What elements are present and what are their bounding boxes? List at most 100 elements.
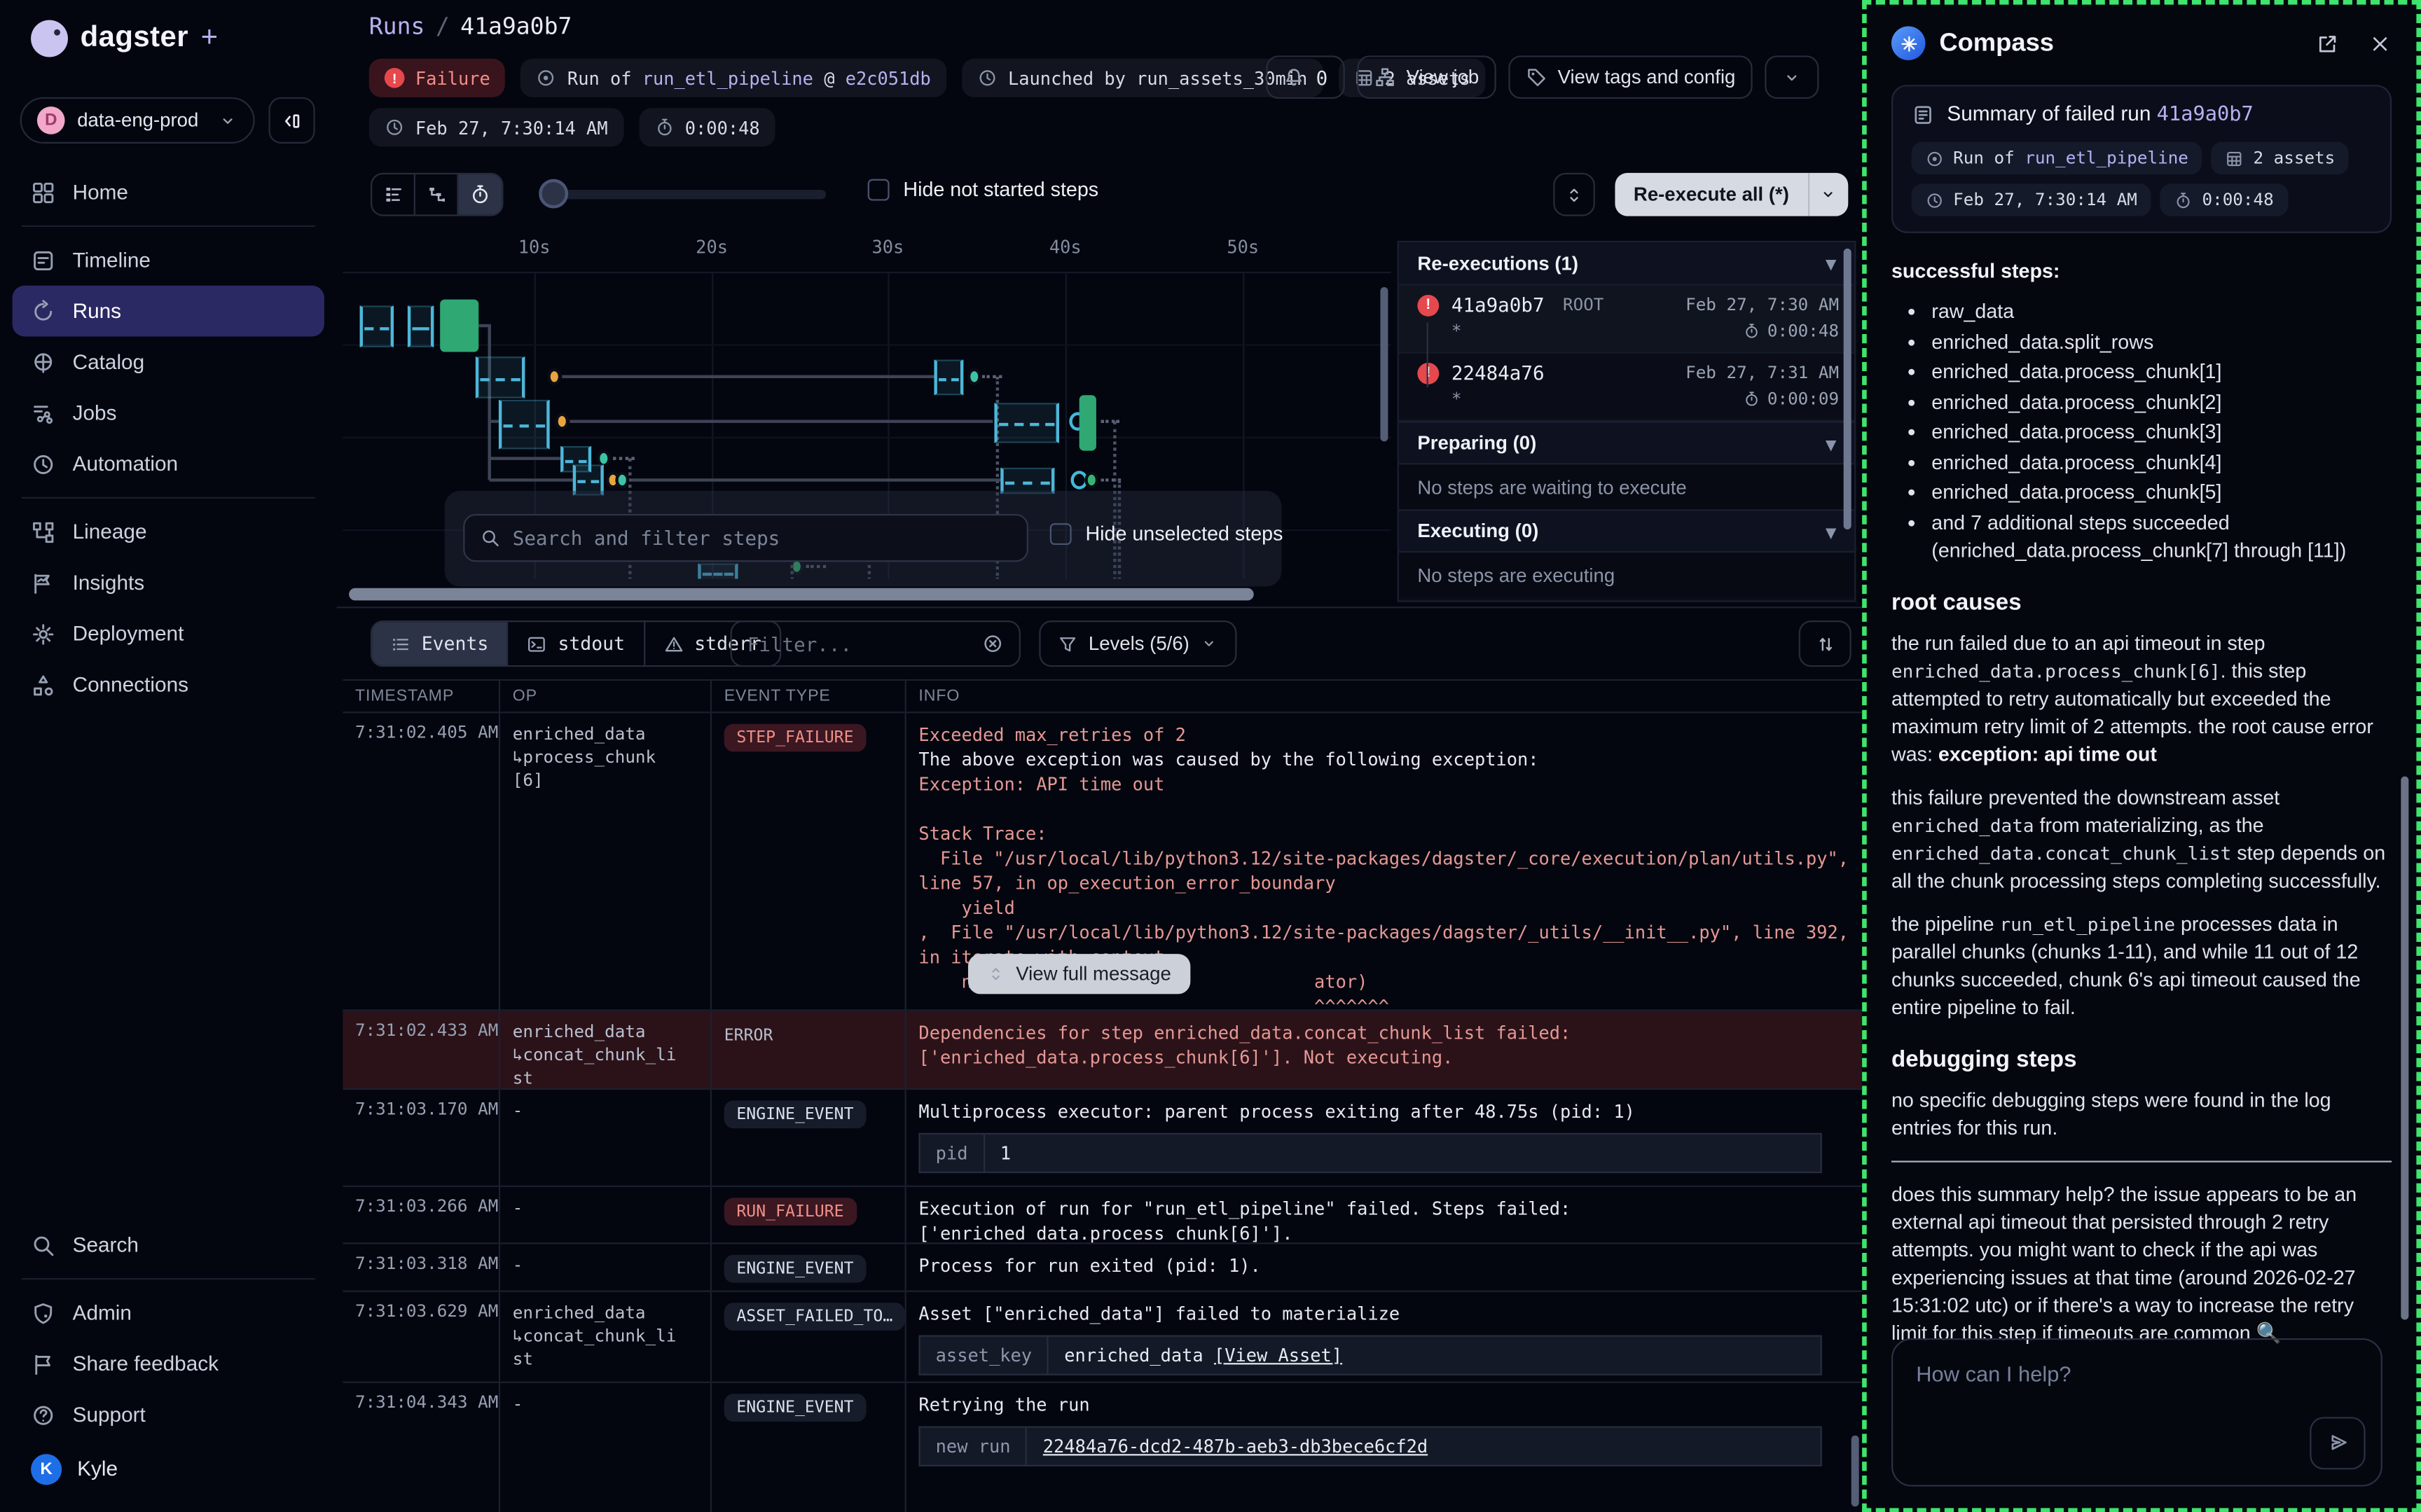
commit-link[interactable]: e2c051db	[846, 67, 931, 89]
gantt-marker-green[interactable]	[1084, 471, 1098, 488]
tab-stdout[interactable]: stdout	[509, 622, 645, 665]
zoom-slider-track[interactable]	[548, 190, 826, 199]
clear-filter-icon[interactable]	[982, 633, 1004, 655]
reexecution-row[interactable]: !41a9a0b7ROOTFeb 27, 7:30 AM*0:00:48	[1399, 286, 1854, 354]
dagster-logo[interactable]: dagster +	[31, 20, 218, 57]
metadata-link[interactable]: 22484a76-dcd2-487b-aeb3-db3bece6cf2d	[1043, 1436, 1428, 1457]
reexecute-all-button[interactable]: Re-execute all (*)	[1615, 173, 1807, 216]
event-row[interactable]: 7:31:03.266 AM-RUN_FAILUREExecution of r…	[343, 1187, 1862, 1244]
sidebar-item-admin[interactable]: Admin	[13, 1287, 324, 1338]
event-row[interactable]: 7:31:03.318 AM-ENGINE_EVENTProcess for r…	[343, 1244, 1862, 1291]
run-id-link[interactable]: 22484a76	[1451, 361, 1545, 384]
sidebar-item-home[interactable]: Home	[13, 167, 324, 218]
event-row[interactable]: 7:31:04.343 AM-ENGINE_EVENTRetrying the …	[343, 1383, 1862, 1512]
hide-unselected-checkbox[interactable]	[1050, 522, 1072, 544]
view-job-button[interactable]: View job	[1357, 55, 1496, 99]
sidebar-item-automation[interactable]: Automation	[13, 438, 324, 490]
sidebar-item-catalog[interactable]: Catalog	[13, 336, 324, 387]
timed-view-button[interactable]	[459, 174, 502, 214]
alerts-button[interactable]: 0	[1267, 55, 1344, 99]
sidebar-item-deployment[interactable]: Deployment	[13, 608, 324, 659]
summary-run-of-pill[interactable]: Run of run_etl_pipeline	[1912, 142, 2202, 174]
sidebar-item-support[interactable]: Support	[13, 1389, 324, 1441]
tab-events[interactable]: Events	[372, 622, 509, 665]
compass-chat-input[interactable]: How can I help?	[1891, 1338, 2382, 1486]
user-menu[interactable]: K Kyle	[31, 1453, 118, 1484]
feedback-icon	[31, 1352, 55, 1376]
gantt-marker-teal[interactable]	[967, 368, 981, 385]
workspace-selector[interactable]: D data-eng-prod	[20, 97, 255, 144]
step-search-input[interactable]: Search and filter steps	[463, 514, 1028, 562]
log-filter-input[interactable]: Filter...	[731, 620, 1021, 667]
sidebar-item-timeline[interactable]: Timeline	[13, 235, 324, 286]
sidebar-item-jobs[interactable]: Jobs	[13, 387, 324, 438]
section-header-preparing[interactable]: Preparing (0)▾	[1399, 422, 1854, 465]
send-button[interactable]	[2310, 1416, 2365, 1469]
event-row[interactable]: 7:31:03.629 AMenriched_data↳concat_chunk…	[343, 1292, 1862, 1383]
gantt-marker-teal[interactable]	[615, 471, 629, 488]
more-actions-button[interactable]	[1765, 55, 1819, 99]
view-full-message-button[interactable]: View full message	[968, 954, 1189, 994]
sidebar-item-search[interactable]: Search	[13, 1219, 324, 1270]
gantt-step-box[interactable]	[408, 305, 434, 347]
sidebar-item-lineage[interactable]: Lineage	[13, 506, 324, 557]
reexecute-dropdown-button[interactable]	[1807, 173, 1847, 216]
expand-panel-button[interactable]	[1553, 173, 1595, 216]
sidebar-divider	[22, 497, 315, 499]
sidebar-item-runs[interactable]: Runs	[13, 286, 324, 337]
step-selector: *	[1451, 321, 1462, 341]
run-of-pill[interactable]: Run of run_etl_pipeline @ e2c051db	[521, 59, 946, 97]
brand-plus: +	[201, 22, 218, 55]
flat-view-button[interactable]	[372, 174, 415, 214]
root-cause-paragraph: the pipeline run_etl_pipeline processes …	[1891, 910, 2392, 1021]
breadcrumb-runs-link[interactable]: Runs	[369, 13, 425, 41]
pipeline-link[interactable]: run_etl_pipeline	[642, 67, 813, 89]
reexecute-all-split-button: Re-execute all (*)	[1615, 173, 1847, 216]
sidebar-item-connections[interactable]: Connections	[13, 659, 324, 710]
zoom-slider-thumb[interactable]	[539, 179, 568, 209]
sidebar-item-share-feedback[interactable]: Share feedback	[13, 1338, 324, 1389]
close-icon[interactable]	[2368, 32, 2392, 55]
gantt-step-box[interactable]	[499, 400, 550, 450]
gantt-step-box[interactable]	[360, 305, 394, 347]
successful-step-item: enriched_data.process_chunk[1]	[1931, 358, 2392, 386]
gantt-step-box[interactable]	[1000, 468, 1054, 494]
levels-dropdown[interactable]: Levels (5/6)	[1039, 620, 1237, 667]
reexecutions-header[interactable]: Re-executions (1) ▾	[1399, 242, 1854, 286]
event-op: -	[500, 1187, 712, 1242]
hide-unselected-label: Hide unselected steps	[1085, 522, 1283, 545]
gantt-vertical-scrollbar[interactable]	[1380, 287, 1388, 441]
gantt-marker-orange[interactable]	[547, 368, 561, 385]
gridline	[343, 345, 1391, 346]
gantt-connector	[562, 375, 934, 378]
gantt-marker-orange[interactable]	[555, 413, 569, 430]
summary-run-id-link[interactable]: 41a9a0b7	[2157, 104, 2254, 127]
view-tags-config-button[interactable]: View tags and config	[1508, 55, 1753, 99]
event-log-scrollbar[interactable]	[1851, 1436, 1859, 1506]
summary-assets-pill[interactable]: 2 assets	[2212, 142, 2349, 174]
run-id-link[interactable]: 41a9a0b7	[1451, 293, 1545, 317]
hide-not-started-checkbox[interactable]	[868, 179, 890, 200]
terminal-icon	[527, 634, 547, 654]
metadata-link[interactable]: [View Asset]	[1214, 1345, 1342, 1366]
gantt-step-box[interactable]	[934, 360, 963, 396]
event-row[interactable]: 7:31:03.170 AM-ENGINE_EVENTMultiprocess …	[343, 1090, 1862, 1187]
sidebar-collapse-button[interactable]	[269, 97, 315, 144]
reexecutions-scrollbar[interactable]	[1844, 249, 1851, 529]
sort-order-button[interactable]	[1799, 620, 1851, 667]
reexecution-row[interactable]: !22484a76Feb 27, 7:31 AM*0:00:09	[1399, 354, 1854, 422]
gantt-step-success[interactable]	[440, 300, 478, 352]
axis-tick-label: 50s	[1227, 236, 1259, 258]
waterfall-view-button[interactable]	[415, 174, 459, 214]
section-header-executing[interactable]: Executing (0)▾	[1399, 509, 1854, 553]
gantt-step-box[interactable]	[476, 356, 525, 398]
gantt-step-box[interactable]	[994, 403, 1059, 443]
gantt-horizontal-scrollbar[interactable]	[349, 588, 1254, 601]
section-divider	[336, 606, 1862, 608]
gantt-step-success[interactable]	[1080, 395, 1096, 450]
event-row[interactable]: 7:31:02.433 AMenriched_data↳concat_chunk…	[343, 1011, 1862, 1090]
compass-scrollbar[interactable]	[2401, 777, 2408, 1320]
sidebar-item-insights[interactable]: Insights	[13, 557, 324, 609]
open-external-icon[interactable]	[2316, 32, 2339, 55]
run-date-pill: Feb 27, 7:30:14 AM	[369, 108, 623, 146]
